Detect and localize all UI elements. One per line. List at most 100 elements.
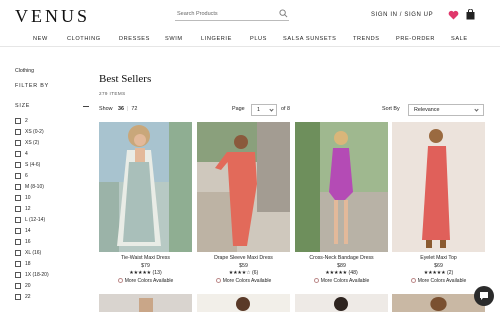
brand-logo[interactable]: VENUS [15,6,90,27]
checkbox[interactable] [15,118,21,124]
size-option[interactable]: 22 [15,293,85,304]
size-label: XL (16) [25,250,42,256]
more-colors[interactable]: More Colors Available [392,278,485,284]
star-rating: ★★★★☆ [228,270,251,276]
item-count: 279 ITEMS [99,91,126,96]
nav-item-salsa-sunsets[interactable]: SALSA SUNSETS [283,36,337,42]
size-option[interactable]: 6 [15,172,85,183]
heart-icon[interactable] [448,10,459,20]
size-label: XS (0-2) [25,129,44,135]
product-image[interactable] [197,122,290,252]
show-36-option[interactable]: 36 [118,106,124,112]
product-name[interactable]: Cross-Neck Bandage Dress [295,255,388,261]
product-image[interactable] [99,122,192,252]
product-image[interactable] [295,294,388,312]
checkbox[interactable] [15,217,21,223]
more-colors[interactable]: More Colors Available [99,278,192,284]
product-card[interactable]: Tie-Waist Maxi Dress $79 ★★★★★ (13) More… [99,122,192,288]
nav-item-pre-order[interactable]: PRE-ORDER [396,36,435,42]
checkbox[interactable] [15,294,21,300]
checkbox[interactable] [15,239,21,245]
product-card[interactable]: Cross-Neck Bandage Dress $89 ★★★★★ (48) … [295,122,388,288]
size-label: M (8-10) [25,184,44,190]
review-count: (2) [446,270,454,276]
color-swatch-icon [117,278,123,283]
more-colors-label: More Colors Available [222,278,272,284]
checkbox[interactable] [15,151,21,157]
size-option[interactable]: 18 [15,260,85,271]
sort-select[interactable]: Relevance [408,104,484,116]
product-card[interactable]: Drape Sleeve Maxi Dress $59 ★★★★☆ (6) Mo… [197,122,290,288]
checkbox[interactable] [15,184,21,190]
product-price: $59 [239,263,248,269]
product-name[interactable]: Tie-Waist Maxi Dress [99,255,192,261]
nav-item-plus[interactable]: PLUS [250,36,267,42]
checkbox[interactable] [15,250,21,256]
size-option[interactable]: XS (0-2) [15,128,85,139]
show-72-option[interactable]: 72 [131,106,137,112]
product-image[interactable] [99,294,192,312]
nav-item-sale[interactable]: SALE [451,36,468,42]
size-label: XS (2) [25,140,40,146]
checkbox[interactable] [15,173,21,179]
shopping-bag-icon[interactable] [466,9,475,20]
size-label: 22 [25,294,31,300]
size-option[interactable]: 2 [15,117,85,128]
size-option[interactable]: S (4-6) [15,161,85,172]
nav-item-clothing[interactable]: CLOTHING [67,36,101,42]
search-icon[interactable] [279,9,288,18]
checkbox[interactable] [15,272,21,278]
checkbox[interactable] [15,228,21,234]
product-rating: ★★★★★ (13) [99,270,192,276]
product-image[interactable] [392,294,485,312]
size-option[interactable]: 20 [15,282,85,293]
nav-item-swim[interactable]: SWIM [165,36,183,42]
product-name[interactable]: Eyelet Maxi Top [392,255,485,261]
sign-in-link[interactable]: SIGN IN / SIGN UP [371,12,433,18]
nav-item-new[interactable]: NEW [33,36,48,42]
product-price: $69 [434,263,443,269]
review-count: (6) [251,270,259,276]
product-image[interactable] [392,122,485,252]
size-option[interactable]: 12 [15,205,85,216]
page-title: Best Sellers [99,73,152,85]
search-input[interactable]: Search Products [175,9,289,21]
nav-item-lingerie[interactable]: LINGERIE [201,36,232,42]
more-colors[interactable]: More Colors Available [295,278,388,284]
size-option[interactable]: 14 [15,227,85,238]
breadcrumb[interactable]: Clothing [15,68,34,74]
nav-item-dresses[interactable]: DRESSES [119,36,150,42]
chevron-down-icon [474,107,479,112]
page-select[interactable]: 1 [251,104,277,116]
size-option[interactable]: 10 [15,194,85,205]
size-option[interactable]: 4 [15,150,85,161]
size-option[interactable]: L (12-14) [15,216,85,227]
size-option[interactable]: XL (16) [15,249,85,260]
more-colors-label: More Colors Available [124,278,174,284]
checkbox[interactable] [15,140,21,146]
size-option[interactable]: 16 [15,238,85,249]
size-option[interactable]: M (8-10) [15,183,85,194]
more-colors-label: More Colors Available [417,278,467,284]
checkbox[interactable] [15,162,21,168]
product-name[interactable]: Drape Sleeve Maxi Dress [197,255,290,261]
checkbox[interactable] [15,261,21,267]
show-label: Show [99,106,113,112]
checkbox[interactable] [15,283,21,289]
size-label: S (4-6) [25,162,41,168]
size-filter-toggle[interactable]: SIZE [15,103,89,109]
size-option[interactable]: XS (2) [15,139,85,150]
product-card[interactable]: Eyelet Maxi Top $69 ★★★★★ (2) More Color… [392,122,485,288]
nav-item-trends[interactable]: TRENDS [353,36,380,42]
size-option[interactable]: 1X (18-20) [15,271,85,282]
product-image[interactable] [295,122,388,252]
divider: | [127,106,129,112]
more-colors[interactable]: More Colors Available [197,278,290,284]
checkbox[interactable] [15,195,21,201]
product-image[interactable] [197,294,290,312]
size-label: 14 [25,228,31,234]
product-price: $79 [141,263,150,269]
checkbox[interactable] [15,206,21,212]
checkbox[interactable] [15,129,21,135]
chat-button[interactable] [474,286,494,306]
